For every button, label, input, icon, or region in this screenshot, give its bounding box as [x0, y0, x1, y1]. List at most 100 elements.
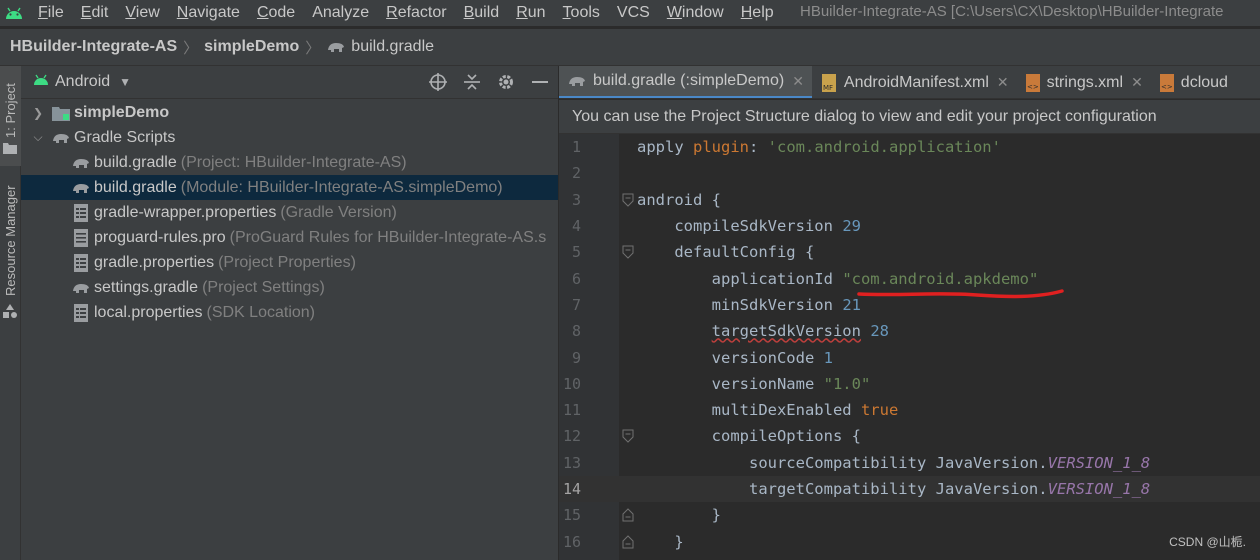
- editor-tab[interactable]: MF AndroidManifest.xml ✕: [812, 66, 1017, 98]
- breadcrumb-file[interactable]: build.gradle: [351, 38, 434, 56]
- chevron-down-icon[interactable]: ⌵: [31, 130, 45, 145]
- watermark: CSDN @山栀.: [1169, 535, 1246, 549]
- tree-item[interactable]: build.gradle (Project: HBuilder-Integrate…: [21, 150, 558, 175]
- breadcrumb: HBuilder-Integrate-AS 〉 simpleDemo 〉 bui…: [0, 28, 1260, 66]
- code-line[interactable]: 8 targetSdkVersion 28: [559, 318, 1260, 344]
- tree-item[interactable]: gradle-wrapper.properties (Gradle Version…: [21, 200, 558, 225]
- tree-item[interactable]: settings.gradle (Project Settings): [21, 275, 558, 300]
- fold-open-icon[interactable]: [622, 245, 634, 259]
- resource-shapes-icon: [3, 304, 17, 321]
- properties-file-icon: [71, 303, 91, 323]
- text-file-icon: [71, 228, 91, 248]
- menu-edit[interactable]: Edit: [81, 4, 109, 22]
- project-view-label: Android: [55, 73, 111, 90]
- code-line[interactable]: 14 targetCompatibility JavaVersion.VERSI…: [559, 475, 1260, 503]
- editor-tabs: build.gradle (:simpleDemo) ✕ MF AndroidMani…: [559, 66, 1260, 99]
- fold-close-icon[interactable]: [622, 534, 634, 549]
- line-number: 12: [562, 427, 581, 446]
- editor-tab[interactable]: build.gradle (:simpleDemo) ✕: [559, 66, 812, 98]
- red-underline-annotation: [857, 289, 1064, 299]
- line-number: 6: [571, 269, 581, 288]
- folder-icon: [3, 142, 17, 157]
- menu-bar: File Edit View Navigate Code Analyze Refactor B…: [0, 0, 1260, 26]
- tree-item[interactable]: gradle.properties (Project Properties): [21, 250, 558, 275]
- menu-refactor[interactable]: Refactor: [386, 4, 446, 22]
- project-structure-banner[interactable]: You can use the Project Structure dialog…: [559, 100, 1260, 134]
- svg-text:<>: <>: [1027, 83, 1039, 91]
- menu-vcs[interactable]: VCS: [617, 4, 650, 22]
- line-number: 9: [571, 348, 581, 367]
- locate-target-icon[interactable]: [428, 71, 448, 93]
- code-line[interactable]: 11 multiDexEnabled true: [559, 397, 1260, 423]
- fold-close-icon[interactable]: [622, 508, 634, 522]
- menu-navigate[interactable]: Navigate: [177, 4, 240, 22]
- menu-run[interactable]: Run: [516, 4, 545, 22]
- tree-item-name: settings.gradle: [94, 278, 199, 296]
- tree-item[interactable]: proguard-rules.pro (ProGuard Rules for HB…: [21, 225, 558, 250]
- code-text: compileSdkVersion 29: [637, 217, 861, 236]
- xml-file-icon: <>: [1159, 73, 1175, 92]
- code-line[interactable]: 15 }: [559, 502, 1260, 528]
- code-text: targetSdkVersion 28: [711, 322, 889, 341]
- editor-tab-label: AndroidManifest.xml: [843, 73, 989, 91]
- tab-resource-manager[interactable]: Resource Manager: [0, 178, 21, 328]
- tree-item-hint: (Gradle Version): [280, 203, 397, 221]
- code-line[interactable]: 10 versionName "1.0": [559, 371, 1260, 397]
- close-icon[interactable]: ✕: [792, 73, 804, 90]
- code-text: compileOptions {: [637, 427, 861, 446]
- code-line[interactable]: 16 }: [559, 529, 1260, 555]
- editor-tab-label: dcloud: [1180, 73, 1228, 91]
- menu-tools[interactable]: Tools: [563, 4, 600, 22]
- window-title: HBuilder-Integrate-AS [C:\Users\CX\Deskt…: [800, 3, 1224, 20]
- menu-analyze[interactable]: Analyze: [312, 4, 369, 22]
- code-text: android {: [637, 190, 721, 209]
- collapse-all-icon[interactable]: [462, 71, 482, 93]
- menu-window[interactable]: Window: [667, 4, 724, 22]
- code-line[interactable]: 5 defaultConfig {: [559, 239, 1260, 265]
- chevron-right-icon[interactable]: ❯: [31, 106, 45, 120]
- manifest-icon: MF: [820, 73, 838, 92]
- close-icon[interactable]: ✕: [997, 74, 1009, 91]
- tab-project[interactable]: 1: Project: [0, 66, 21, 166]
- menu-build[interactable]: Build: [464, 4, 500, 22]
- breadcrumb-module[interactable]: simpleDemo: [204, 38, 299, 56]
- chevron-down-icon: ▼: [119, 75, 132, 89]
- code-text: versionCode 1: [637, 348, 833, 367]
- editor-tab-label: build.gradle (:simpleDemo): [593, 72, 785, 89]
- tree-item[interactable]: ⌵ Gradle Scripts: [21, 125, 558, 150]
- breadcrumb-project[interactable]: HBuilder-Integrate-AS: [10, 38, 177, 56]
- editor-tab[interactable]: <> strings.xml ✕: [1017, 66, 1151, 98]
- code-line[interactable]: 1 apply plugin: 'com.android.application': [559, 134, 1260, 160]
- code-text: multiDexEnabled true: [637, 401, 899, 420]
- editor-tab-label: strings.xml: [1046, 73, 1124, 91]
- code-line[interactable]: 13 sourceCompatibility JavaVersion.VERSI…: [559, 450, 1260, 476]
- tree-item-name: build.gradle: [94, 178, 177, 196]
- fold-open-icon[interactable]: [622, 193, 634, 207]
- editor-tab[interactable]: <> dcloud: [1151, 66, 1236, 98]
- menu-file[interactable]: File: [38, 4, 64, 22]
- code-line[interactable]: 2: [559, 160, 1260, 186]
- folder-module-icon: [51, 103, 71, 123]
- project-view-selector[interactable]: Android ▼: [21, 66, 558, 99]
- menu-view[interactable]: View: [125, 4, 159, 22]
- tree-item[interactable]: local.properties (SDK Location): [21, 300, 558, 325]
- menu-help[interactable]: Help: [741, 4, 774, 22]
- code-line[interactable]: 12 compileOptions {: [559, 423, 1260, 449]
- tree-item-hint: (Project Properties): [218, 253, 356, 271]
- tree-item-name: build.gradle: [94, 153, 177, 171]
- menu-code[interactable]: Code: [257, 4, 295, 22]
- minimize-icon[interactable]: [530, 71, 550, 93]
- code-text: applicationId "com.android.apkdemo": [637, 269, 1039, 288]
- tree-item[interactable]: ❯ simpleDemo: [21, 100, 558, 125]
- close-icon[interactable]: ✕: [1131, 74, 1143, 91]
- code-line[interactable]: 4 compileSdkVersion 29: [559, 213, 1260, 239]
- tree-item[interactable]: build.gradle (Module: HBuilder-Integrate-…: [21, 175, 558, 200]
- gear-icon[interactable]: [496, 71, 516, 93]
- line-number: 16: [562, 532, 581, 551]
- code-line[interactable]: 3 android {: [559, 187, 1260, 213]
- code-line[interactable]: 9 versionCode 1: [559, 344, 1260, 370]
- fold-open-icon[interactable]: [622, 429, 634, 444]
- line-number: 13: [562, 453, 581, 472]
- tree-item-hint: (Project Settings): [202, 278, 325, 296]
- xml-file-icon: <>: [1025, 73, 1041, 92]
